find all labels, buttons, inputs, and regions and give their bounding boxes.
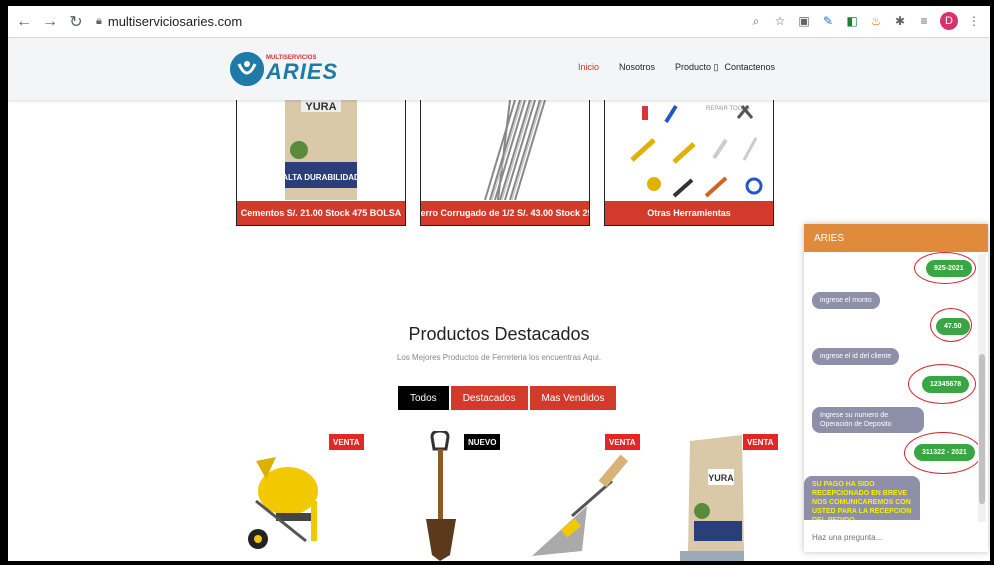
rebar-image (421, 100, 589, 200)
zoom-icon[interactable]: ⌕ (748, 13, 764, 29)
chat-header[interactable]: ARIES (804, 224, 988, 252)
menu-item-nosotros[interactable]: Nosotros (619, 62, 655, 73)
extension-icon[interactable]: ▣ (796, 13, 812, 29)
product-caption: Otras Herramientas (605, 201, 773, 225)
chat-messages[interactable]: 925-2021 ingrese el monto 47.50 ingrese … (804, 252, 988, 520)
reload-icon[interactable]: ↻ (66, 12, 86, 32)
chat-message-bot-confirmation: SU PAGO HA SIDO RECEPCIONADO EN BREVE NO… (804, 476, 920, 520)
forward-icon[interactable]: → (40, 12, 60, 32)
cement-durability-label: ALTA DURABILIDAD (282, 173, 360, 182)
logo-emblem-icon (230, 52, 264, 86)
profile-avatar[interactable]: D (940, 12, 958, 30)
cement-bag-brand: YURA (708, 473, 734, 483)
product-badge: VENTA (605, 434, 640, 450)
filter-destacados-button[interactable]: Destacados (450, 386, 528, 410)
address-bar[interactable]: 🔒︎ multiserviciosaries.com (96, 14, 242, 29)
menu-item-inicio[interactable]: Inicio (578, 62, 599, 73)
menu-item-producto[interactable]: Producto ▯ (675, 62, 718, 73)
filter-tabs: Todos Destacados Mas Vendidos (398, 386, 617, 410)
annotation-circle (904, 432, 982, 474)
chat-widget: ARIES 925-2021 ingrese el monto 47.50 in… (804, 224, 988, 552)
reading-list-icon[interactable]: ≡ (916, 13, 932, 29)
product-badge: VENTA (743, 434, 778, 450)
product-badge: VENTA (329, 434, 364, 450)
browser-toolbar: ← → ↻ 🔒︎ multiserviciosaries.com ⌕ ☆ ▣ ✎… (8, 6, 990, 38)
product-caption: Cementos S/. 21.00 Stock 475 BOLSA (237, 201, 405, 225)
cement-brand-label: YURA (305, 101, 336, 113)
tools-image: REPAIR TOOLS (605, 100, 773, 200)
menu-kebab-icon[interactable]: ⋮ (966, 13, 982, 29)
filter-mas-vendidos-button[interactable]: Mas Vendidos (529, 386, 617, 410)
product-cement-mixer[interactable] (236, 431, 366, 561)
back-icon[interactable]: ← (14, 12, 34, 32)
chat-message-bot: Ingrese su numero de Operación de Deposi… (812, 407, 924, 434)
chat-message-bot: ingrese el id del cliente (812, 348, 900, 366)
lock-icon: 🔒︎ (96, 15, 102, 27)
annotation-circle (930, 308, 972, 342)
product-cement-bag[interactable]: YURA (672, 431, 802, 561)
product-caption: Fierro Corrugado de 1/2 S/. 43.00 Stock … (421, 201, 589, 225)
extension-fire-icon[interactable]: ♨ (868, 13, 884, 29)
chat-scrollbar[interactable] (978, 254, 986, 522)
chat-input[interactable] (804, 522, 988, 552)
extension-puzzle-icon[interactable]: ◧ (844, 13, 860, 29)
filter-todos-button[interactable]: Todos (398, 386, 449, 410)
browser-window: ← → ↻ 🔒︎ multiserviciosaries.com ⌕ ☆ ▣ ✎… (8, 6, 990, 561)
product-card-herramientas[interactable]: REPAIR TOOLS Otras Herramientas (604, 100, 774, 226)
chat-scroll-thumb[interactable] (979, 354, 985, 504)
product-trowel[interactable] (512, 431, 642, 561)
extension-feather-icon[interactable]: ✎ (820, 13, 836, 29)
product-card-fierro[interactable]: Fierro Corrugado de 1/2 S/. 43.00 Stock … (420, 100, 590, 226)
url-text: multiserviciosaries.com (107, 14, 243, 29)
extensions-icon[interactable]: ✱ (892, 13, 908, 29)
product-shovel[interactable] (388, 429, 518, 561)
bookmark-star-icon[interactable]: ☆ (772, 13, 788, 29)
cement-bag-image: YURA ALTA DURABILIDAD (237, 100, 405, 200)
logo-big-text: ARIES (266, 59, 339, 84)
product-badge: NUEVO (464, 434, 501, 450)
site-header: MULTISERVICIOS ARIES Inicio Nosotros Pro… (8, 38, 990, 100)
annotation-circle (908, 364, 976, 404)
product-card-cementos[interactable]: YURA ALTA DURABILIDAD Cementos S/. 21.00… (236, 100, 406, 226)
menu-item-contactenos[interactable]: Contactenos (725, 62, 776, 73)
site-logo[interactable]: MULTISERVICIOS ARIES (230, 52, 338, 86)
annotation-circle (914, 252, 976, 284)
main-menu: Inicio Nosotros Producto ▯ Contactenos (578, 62, 775, 73)
chat-message-bot: ingrese el monto (812, 292, 880, 310)
